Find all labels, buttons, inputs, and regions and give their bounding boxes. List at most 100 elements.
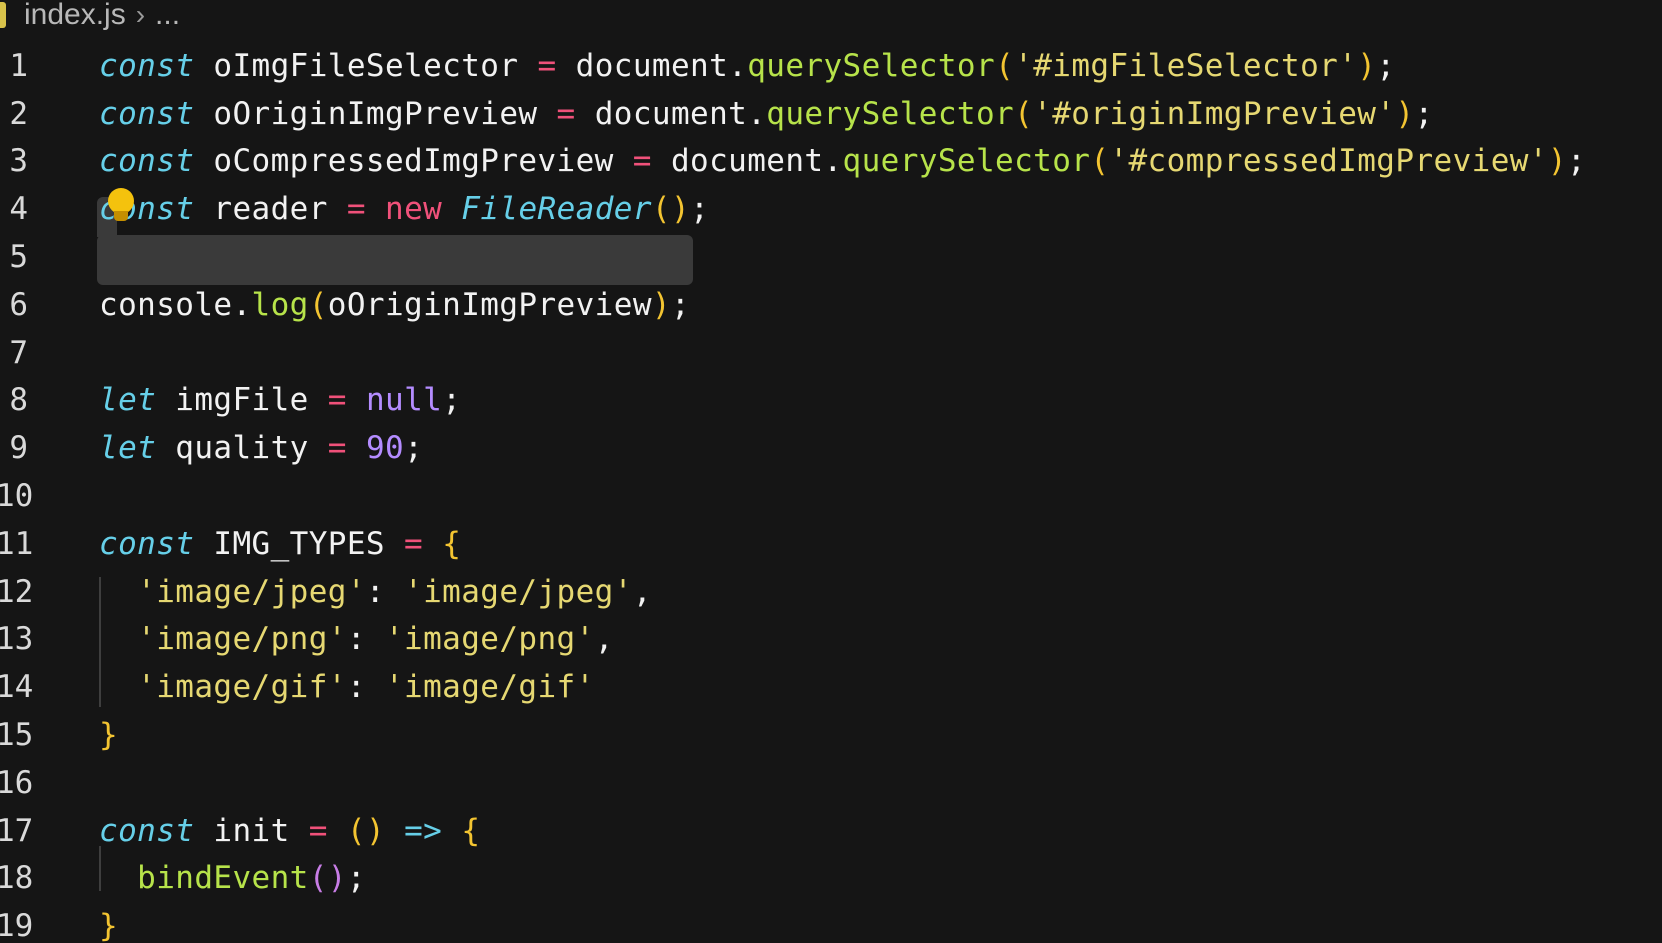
lightbulb-base xyxy=(114,211,128,221)
code-editor[interactable]: 1 const oImgFileSelector = document.query… xyxy=(0,42,1662,943)
code-line[interactable]: 19} xyxy=(0,902,1662,943)
line-number: 19 xyxy=(0,908,34,943)
line-number: 2 xyxy=(9,95,28,132)
code-token: = xyxy=(346,191,366,228)
code-token: document. xyxy=(556,47,748,84)
code-line[interactable]: 10 xyxy=(0,472,1662,520)
code-token: ; xyxy=(1566,143,1587,180)
code-line[interactable]: 15} xyxy=(0,711,1662,759)
code-line[interactable]: 18 bindEvent(); xyxy=(0,855,1662,903)
code-token: ; xyxy=(1414,95,1434,132)
code-text: bindEvent(); xyxy=(99,860,366,896)
breadcrumb: index.js › ... xyxy=(0,0,180,32)
line-number: 12 xyxy=(0,573,34,610)
code-token: querySelector xyxy=(842,143,1091,180)
code-token: null xyxy=(365,382,443,419)
code-token: ; xyxy=(690,191,710,228)
code-token: oOriginImgPreview xyxy=(327,286,652,323)
line-number: 18 xyxy=(0,860,34,897)
line-number: 9 xyxy=(9,430,28,467)
code-token: log xyxy=(251,286,309,323)
code-token: ) xyxy=(651,286,671,323)
code-text: let quality = 90; xyxy=(99,430,423,466)
line-number: 6 xyxy=(9,286,28,323)
code-token: '#compressedImgPreview' xyxy=(1109,143,1548,180)
code-token: oCompressedImgPreview xyxy=(194,143,633,180)
line-number: 8 xyxy=(9,382,28,419)
line-number: 4 xyxy=(9,191,28,228)
code-token: let xyxy=(99,430,157,467)
code-token: document. xyxy=(575,95,767,132)
code-text: 'image/png': 'image/png', xyxy=(99,621,614,657)
breadcrumb-symbols[interactable]: ... xyxy=(155,0,180,32)
code-token: : xyxy=(365,573,405,610)
code-line[interactable]: 14 'image/gif': 'image/gif' xyxy=(0,663,1662,711)
line-number: 14 xyxy=(0,669,34,706)
code-line[interactable]: 7 xyxy=(0,329,1662,377)
code-text: const oImgFileSelector = document.queryS… xyxy=(99,48,1395,84)
code-text: const IMG_TYPES = { xyxy=(99,526,461,562)
code-token: () xyxy=(651,191,691,228)
code-token: const xyxy=(99,47,195,84)
breadcrumb-file[interactable]: index.js xyxy=(24,0,126,32)
code-line[interactable]: 13 'image/png': 'image/png', xyxy=(0,616,1662,664)
code-token: IMG_TYPES xyxy=(194,525,405,562)
code-token: 'image/png' xyxy=(384,621,595,658)
line-number: 3 xyxy=(9,143,28,180)
line-number: 13 xyxy=(0,621,34,658)
code-line[interactable]: 3 const oCompressedImgPreview = document.… xyxy=(0,138,1662,186)
code-line[interactable]: 2 const oOriginImgPreview = document.quer… xyxy=(0,90,1662,138)
code-token: ( xyxy=(308,286,328,323)
code-token: 'image/jpeg' xyxy=(404,573,633,610)
code-token: const xyxy=(99,143,195,180)
line-number: 17 xyxy=(0,812,34,849)
code-token: querySelector xyxy=(747,47,996,84)
code-token: = xyxy=(404,525,424,562)
code-token: : xyxy=(346,669,385,706)
code-token: 'image/gif' xyxy=(384,669,595,706)
code-token: ) xyxy=(1547,143,1567,180)
code-token: FileReader xyxy=(461,191,652,228)
code-token: bindEvent xyxy=(137,860,309,897)
code-token: '#imgFileSelector' xyxy=(1014,47,1358,84)
code-line[interactable]: 16 xyxy=(0,759,1662,807)
line-number: 15 xyxy=(0,717,34,754)
code-token: new xyxy=(385,191,443,228)
code-token: document. xyxy=(651,143,843,180)
code-token: ; xyxy=(670,286,691,323)
code-line[interactable]: 1 const oImgFileSelector = document.query… xyxy=(0,42,1662,90)
code-token: 'image/jpeg' xyxy=(137,573,366,610)
code-line[interactable]: 17 const init = () => { xyxy=(0,807,1662,855)
code-token: ; xyxy=(1376,47,1396,84)
code-token: const xyxy=(99,812,195,849)
code-token: = xyxy=(556,95,576,132)
line-number: 16 xyxy=(0,764,34,801)
code-line[interactable]: 8 let imgFile = null; xyxy=(0,377,1662,425)
code-text: } xyxy=(99,908,118,943)
code-token: () xyxy=(346,812,386,849)
code-token: reader xyxy=(194,191,347,228)
code-token: 'image/png' xyxy=(137,621,347,658)
code-token: 'image/gif' xyxy=(137,669,347,706)
code-line[interactable]: 9 let quality = 90; xyxy=(0,424,1662,472)
code-line[interactable]: 12 'image/jpeg': 'image/jpeg', xyxy=(0,568,1662,616)
line-number: 1 xyxy=(9,47,28,84)
code-token: } xyxy=(99,908,119,943)
code-line[interactable]: 11 const IMG_TYPES = { xyxy=(0,520,1662,568)
code-line[interactable]: 4 const reader = new FileReader(); xyxy=(0,185,1662,233)
code-text: const init = () => { xyxy=(99,813,480,849)
code-token: { xyxy=(442,525,462,562)
code-line[interactable]: 5 xyxy=(0,233,1662,281)
code-line[interactable]: 6 console.log(oOriginImgPreview); xyxy=(0,281,1662,329)
code-token: oImgFileSelector xyxy=(213,47,519,84)
